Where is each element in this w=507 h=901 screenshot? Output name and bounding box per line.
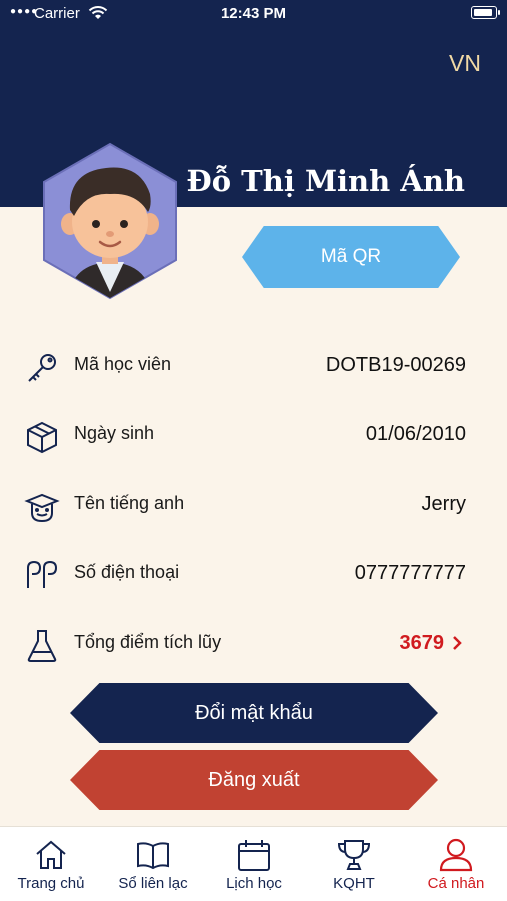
- home-icon: [36, 840, 66, 869]
- tab-label: Cá nhân: [427, 875, 485, 892]
- avatar: [43, 142, 177, 300]
- info-label: Tên tiếng anh: [74, 493, 185, 513]
- info-row-student-id: Mã học viên DOTB19-00269: [22, 342, 466, 390]
- tab-home[interactable]: Trang chủ: [1, 827, 101, 901]
- tab-results[interactable]: KQHT: [304, 827, 404, 901]
- key-icon: [28, 354, 56, 382]
- student-name: Đỗ Thị Minh Ánh: [186, 164, 465, 198]
- info-row-english-name: Tên tiếng anh Jerry: [22, 481, 466, 529]
- total-points-value: 3679: [399, 632, 445, 654]
- language-toggle[interactable]: VN: [449, 50, 481, 77]
- calendar-icon: [238, 840, 270, 871]
- tab-contact-book[interactable]: Sổ liên lạc: [103, 827, 203, 901]
- info-value: DOTB19-00269: [325, 354, 466, 376]
- info-label: Ngày sinh: [74, 423, 155, 443]
- tab-label: KQHT: [333, 875, 375, 892]
- gift-box-icon: [27, 421, 57, 454]
- student-face-icon: [24, 493, 60, 523]
- logout-button[interactable]: Đăng xuất: [70, 750, 438, 810]
- status-bar: ●●●● Carrier 12:43 PM: [0, 0, 507, 28]
- phone-icon: [27, 560, 58, 588]
- tab-schedule[interactable]: Lịch học: [204, 827, 304, 901]
- status-time: 12:43 PM: [220, 5, 287, 22]
- tab-label: Trang chủ: [17, 875, 85, 892]
- battery-icon: [471, 6, 500, 19]
- info-value: 0777777777: [354, 562, 466, 584]
- book-icon: [137, 842, 169, 870]
- flask-icon: [27, 630, 57, 662]
- qr-code-button[interactable]: Mã QR: [242, 226, 460, 288]
- bottom-tab-bar: Trang chủ Sổ liên lạc Lịch học KQHT Cá n…: [0, 826, 507, 901]
- user-icon: [439, 838, 473, 872]
- change-password-button[interactable]: Đổi mật khẩu: [70, 683, 438, 743]
- info-value: 01/06/2010: [365, 423, 466, 445]
- info-row-birthday: Ngày sinh 01/06/2010: [22, 411, 466, 459]
- info-row-total-points[interactable]: Tổng điểm tích lũy 3679: [22, 620, 466, 668]
- tab-profile[interactable]: Cá nhân: [406, 827, 506, 901]
- info-label: Tổng điểm tích lũy: [74, 632, 222, 652]
- trophy-icon: [337, 840, 371, 870]
- info-row-phone: Số điện thoại 0777777777: [22, 550, 466, 598]
- tab-label: Sổ liên lạc: [118, 875, 188, 892]
- info-value: Jerry: [421, 493, 466, 515]
- info-label: Mã học viên: [74, 354, 172, 374]
- tab-label: Lịch học: [226, 875, 282, 892]
- chevron-right-icon[interactable]: [448, 634, 466, 652]
- info-label: Số điện thoại: [74, 562, 180, 582]
